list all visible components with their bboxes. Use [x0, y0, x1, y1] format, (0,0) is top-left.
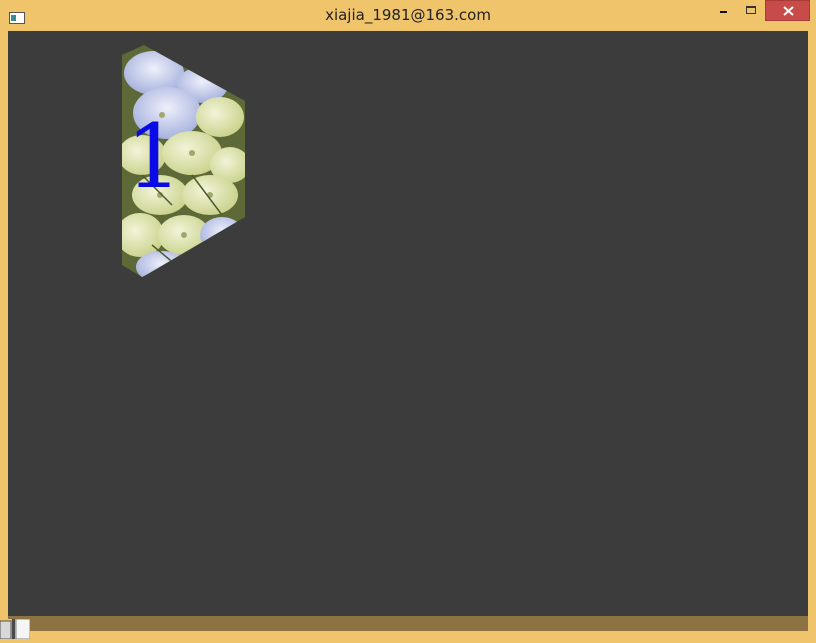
- status-bar: [8, 616, 808, 631]
- app-window: xiajia_1981@163.com 1: [0, 0, 816, 640]
- window-title: xiajia_1981@163.com: [325, 6, 491, 24]
- tile-number: 1: [126, 105, 182, 208]
- maximize-button[interactable]: [737, 0, 764, 21]
- minimize-button[interactable]: [709, 0, 736, 21]
- title-bar[interactable]: xiajia_1981@163.com: [0, 0, 816, 31]
- render-canvas[interactable]: 1: [8, 31, 808, 616]
- close-button[interactable]: [765, 0, 810, 21]
- taskbar-thumbnail-icon[interactable]: [0, 618, 31, 640]
